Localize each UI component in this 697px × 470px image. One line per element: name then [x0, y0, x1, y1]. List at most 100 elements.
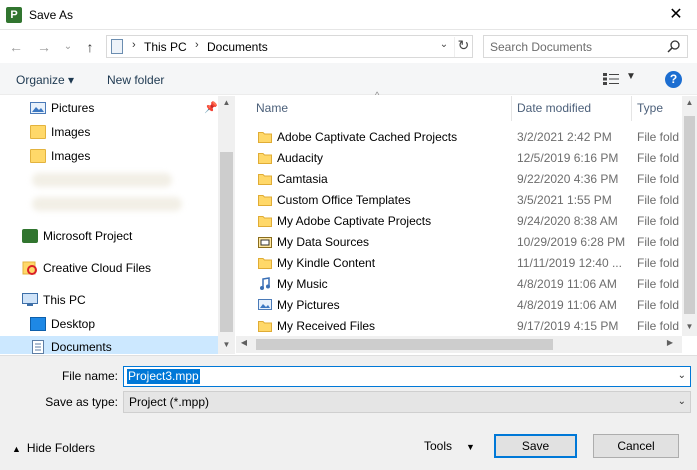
column-divider[interactable]: [511, 96, 512, 121]
scroll-up-icon[interactable]: ▲: [218, 98, 235, 107]
file-type: File fold: [637, 319, 680, 333]
navigation-pane-scrollbar[interactable]: ▲ ▼: [218, 96, 235, 354]
folder-icon: [258, 321, 272, 332]
sidebar-item-images[interactable]: Images: [0, 145, 218, 167]
new-folder-button[interactable]: New folder: [107, 73, 164, 87]
file-type: File fold: [637, 151, 680, 165]
file-type: File fold: [637, 256, 680, 270]
sidebar-item-images[interactable]: Images: [0, 121, 218, 143]
file-date-modified: 9/24/2020 8:38 AM: [517, 214, 618, 228]
file-type: File fold: [637, 214, 680, 228]
sidebar-item-desktop[interactable]: Desktop: [0, 313, 218, 335]
file-row[interactable]: My Adobe Captivate Projects 9/24/2020 8:3…: [236, 211, 682, 232]
file-name-value[interactable]: Project3.mpp: [127, 369, 200, 384]
column-header-type[interactable]: Type: [637, 96, 677, 121]
sidebar-item-pictures[interactable]: Pictures 📌: [0, 97, 218, 119]
scroll-up-icon[interactable]: ▲: [682, 98, 697, 107]
sidebar-item-this-pc[interactable]: This PC: [0, 289, 218, 311]
search-input[interactable]: [490, 39, 660, 55]
file-date-modified: 11/11/2019 12:40 ...: [517, 256, 622, 270]
file-date-modified: 12/5/2019 6:16 PM: [517, 151, 619, 165]
title-bar: [0, 0, 697, 30]
creative-cloud-icon: [22, 261, 37, 275]
project-app-icon: P: [6, 7, 22, 23]
file-row[interactable]: Camtasia 9/22/2020 4:36 PM File fold: [236, 169, 682, 190]
refresh-icon[interactable]: ↻: [454, 37, 472, 57]
chevron-up-icon: ▲: [12, 444, 21, 454]
help-icon[interactable]: ?: [665, 71, 682, 88]
sidebar-item-label: This PC: [43, 293, 86, 307]
column-header-name[interactable]: Name: [256, 96, 506, 121]
file-row[interactable]: Adobe Captivate Cached Projects 3/2/2021 …: [236, 127, 682, 148]
sidebar-item-microsoft-project[interactable]: Microsoft Project: [0, 225, 218, 247]
folder-icon: [258, 195, 272, 206]
sidebar-item-creative-cloud[interactable]: Creative Cloud Files: [0, 257, 218, 279]
file-row[interactable]: My Data Sources 10/29/2019 6:28 PM File fo…: [236, 232, 682, 253]
scroll-down-icon[interactable]: ▼: [682, 322, 697, 331]
breadcrumb-documents[interactable]: Documents: [207, 40, 268, 54]
scroll-right-icon[interactable]: ▶: [662, 338, 678, 347]
command-bar: [0, 63, 697, 95]
pictures-folder-icon: [258, 299, 272, 310]
scrollbar-thumb[interactable]: [220, 152, 233, 332]
file-type: File fold: [637, 172, 680, 186]
save-as-type-select[interactable]: Project (*.mpp) ⌄: [123, 391, 691, 413]
folder-icon: [258, 132, 272, 143]
sidebar-item-label: Documents: [51, 340, 112, 354]
file-type: File fold: [637, 235, 680, 249]
pictures-icon: [30, 102, 46, 114]
file-type: File fold: [637, 130, 680, 144]
view-options-icon[interactable]: [603, 73, 619, 85]
forward-arrow-icon[interactable]: →: [36, 38, 52, 56]
recent-locations-chevron-icon[interactable]: ⌄: [62, 38, 74, 56]
breadcrumb-separator-icon[interactable]: ›: [195, 39, 199, 51]
search-box[interactable]: [483, 35, 688, 58]
file-list-horizontal-scrollbar[interactable]: ◀ ▶: [236, 336, 682, 353]
file-row[interactable]: Custom Office Templates 3/5/2021 1:55 PM F…: [236, 190, 682, 211]
breadcrumb-this-pc[interactable]: This PC: [144, 40, 187, 54]
project-icon: [22, 229, 38, 243]
file-date-modified: 4/8/2019 11:06 AM: [517, 298, 617, 312]
file-row[interactable]: My Pictures 4/8/2019 11:06 AM File fold: [236, 295, 682, 316]
music-folder-icon: [260, 277, 270, 290]
view-dropdown-icon[interactable]: ▼: [626, 71, 636, 82]
tools-label: Tools: [424, 439, 453, 453]
close-icon[interactable]: ✕: [664, 4, 688, 26]
file-row[interactable]: My Kindle Content 11/11/2019 12:40 ... Fil…: [236, 253, 682, 274]
sidebar-item-documents[interactable]: Documents: [0, 336, 218, 354]
file-row[interactable]: My Received Files 9/17/2019 4:15 PM File f…: [236, 316, 682, 337]
folder-icon: [258, 216, 272, 227]
save-as-type-label: Save as type:: [45, 395, 118, 409]
documents-location-icon: [111, 39, 123, 54]
scroll-down-icon[interactable]: ▼: [218, 340, 235, 349]
pin-icon[interactable]: 📌: [204, 97, 218, 119]
file-name-dropdown-icon[interactable]: ⌄: [678, 370, 686, 381]
file-row[interactable]: My Music 4/8/2019 11:06 AM File fold: [236, 274, 682, 295]
file-name-field[interactable]: Project3.mpp ⌄: [123, 366, 691, 387]
scroll-left-icon[interactable]: ◀: [236, 338, 252, 347]
file-name: My Adobe Captivate Projects: [277, 214, 432, 228]
address-bar[interactable]: › This PC › Documents ⌄ ↻: [106, 35, 473, 58]
scrollbar-thumb[interactable]: [256, 339, 553, 350]
tools-menu[interactable]: Tools ▼: [424, 439, 475, 453]
column-header-date-modified[interactable]: Date modified: [517, 96, 627, 121]
save-button[interactable]: Save: [494, 434, 577, 458]
organize-menu[interactable]: Organize ▾: [16, 73, 74, 87]
chevron-down-icon: ▼: [466, 442, 475, 452]
up-arrow-icon[interactable]: ↑: [82, 38, 98, 56]
search-icon[interactable]: [666, 39, 682, 55]
column-divider[interactable]: [631, 96, 632, 121]
scrollbar-thumb[interactable]: [684, 116, 695, 314]
breadcrumb-separator-icon[interactable]: ›: [132, 39, 136, 51]
hide-folders-toggle[interactable]: ▲ Hide Folders: [12, 441, 95, 455]
file-name: Adobe Captivate Cached Projects: [277, 130, 458, 144]
file-name-label: File name:: [61, 369, 118, 383]
computer-icon: [22, 293, 38, 306]
back-arrow-icon[interactable]: ←: [8, 38, 24, 56]
desktop-icon: [30, 317, 46, 331]
address-dropdown-icon[interactable]: ⌄: [437, 39, 451, 50]
save-as-type-dropdown-icon[interactable]: ⌄: [678, 396, 686, 407]
file-row[interactable]: Audacity 12/5/2019 6:16 PM File fold: [236, 148, 682, 169]
cancel-button[interactable]: Cancel: [593, 434, 679, 458]
file-list-vertical-scrollbar[interactable]: ▲ ▼: [682, 96, 697, 336]
